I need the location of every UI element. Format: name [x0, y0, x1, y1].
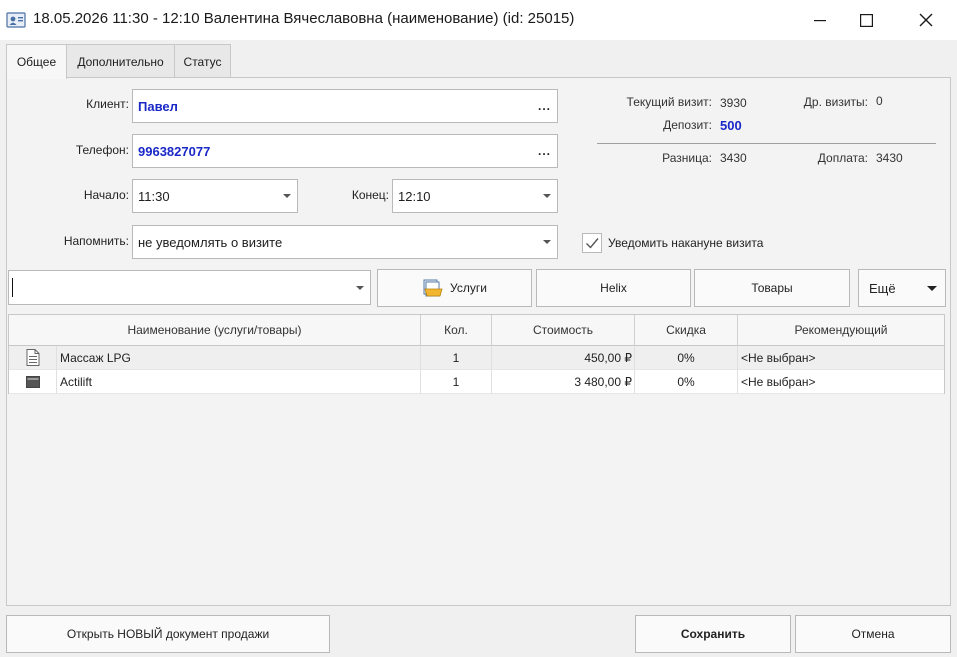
end-time-value: 12:10 [398, 188, 431, 204]
difference-label: Разница: [662, 151, 712, 165]
end-label: Конец: [351, 188, 389, 202]
chevron-down-icon [356, 285, 364, 290]
row-qty-cell: 1 [421, 370, 492, 394]
start-time-value: 11:30 [138, 188, 170, 204]
caret-down-icon [927, 286, 937, 291]
notify-checkbox[interactable] [582, 233, 602, 253]
deposit-value: 500 [720, 118, 742, 133]
tab-general[interactable]: Общее [6, 44, 67, 79]
open-new-sale-label: Открыть НОВЫЙ документ продажи [66, 627, 270, 641]
notify-checkbox-label: Уведомить накануне визита [608, 236, 764, 250]
remind-label: Напомнить: [63, 234, 129, 248]
column-header-name[interactable]: Наименование (услуги/товары) [9, 315, 421, 346]
more-button-label: Ещё [869, 280, 896, 296]
column-header-cost[interactable]: Стоимость [492, 315, 635, 346]
open-new-sale-button[interactable]: Открыть НОВЫЙ документ продажи [6, 615, 330, 653]
item-search-combobox[interactable] [8, 270, 371, 305]
surcharge-label: Доплата: [817, 151, 868, 165]
column-header-cost-label: Стоимость [532, 323, 594, 337]
row-cost-cell: 450,00 ₽ [492, 346, 635, 370]
goods-button[interactable]: Товары [694, 269, 850, 307]
difference-value: 3430 [720, 151, 747, 165]
chevron-down-icon [283, 194, 291, 198]
checkmark-icon [586, 238, 599, 249]
services-catalog-icon [423, 279, 443, 297]
row-discount-cell: 0% [635, 370, 738, 394]
current-visit-value: 3930 [720, 96, 747, 110]
client-select-ellipsis-button[interactable]: ... [538, 99, 551, 113]
helix-button-label: Helix [600, 281, 627, 295]
other-visits-value: 0 [876, 94, 883, 108]
start-label: Начало: [83, 188, 129, 202]
close-button[interactable] [903, 0, 949, 40]
row-icon-cell [9, 346, 57, 370]
document-icon [26, 349, 39, 366]
column-header-qty-label: Кол. [444, 323, 468, 337]
save-label: Сохранить [680, 627, 746, 641]
row-qty-cell: 1 [421, 346, 492, 370]
column-header-discount[interactable]: Скидка [635, 315, 738, 346]
services-button-label: Услуги [450, 281, 487, 295]
save-button[interactable]: Сохранить [635, 615, 791, 653]
phone-ellipsis-button[interactable]: ... [538, 144, 551, 158]
chevron-down-icon [543, 240, 551, 244]
items-table: Наименование (услуги/товары) Кол. Стоимо… [8, 314, 945, 394]
other-visits-label: Др. визиты: [803, 95, 868, 109]
text-caret [12, 278, 13, 297]
column-header-referrer-label: Рекомендующий [794, 323, 888, 337]
window-title: 18.05.2026 11:30 - 12:10 Валентина Вячес… [33, 10, 575, 27]
row-referrer-cell: <Не выбран> [738, 346, 944, 370]
wallet-icon [25, 376, 40, 388]
client-field[interactable]: Павел ... [132, 89, 558, 123]
end-time-select[interactable]: 12:10 [392, 179, 558, 213]
cancel-button[interactable]: Отмена [795, 615, 951, 653]
row-name-cell: Массаж LPG [57, 346, 421, 370]
client-value: Павел [138, 98, 178, 114]
close-icon [919, 13, 933, 27]
phone-field[interactable]: 9963827077 ... [132, 134, 558, 168]
title-bar: 18.05.2026 11:30 - 12:10 Валентина Вячес… [0, 0, 957, 40]
current-visit-label: Текущий визит: [626, 95, 712, 109]
services-button[interactable]: Услуги [377, 269, 532, 307]
tab-additional[interactable]: Дополнительно [66, 44, 175, 78]
appointment-card-icon [6, 12, 26, 28]
tab-additional-label: Дополнительно [77, 54, 164, 69]
phone-value: 9963827077 [138, 143, 211, 159]
column-header-referrer[interactable]: Рекомендующий [738, 315, 944, 346]
deposit-label: Депозит: [663, 118, 712, 132]
phone-label: Телефон: [75, 143, 129, 157]
tab-general-label: Общее [16, 55, 57, 69]
row-name-cell: Actilift [57, 370, 421, 394]
surcharge-value: 3430 [876, 151, 903, 165]
info-divider [597, 143, 936, 144]
minimize-icon [814, 20, 826, 22]
remind-select[interactable]: не уведомлять о визите [132, 225, 558, 259]
row-discount-cell: 0% [635, 346, 738, 370]
row-referrer-cell: <Не выбран> [738, 370, 944, 394]
cancel-label: Отмена [851, 627, 895, 641]
table-row[interactable]: Массаж LPG 1 450,00 ₽ 0% <Не выбран> [9, 346, 944, 370]
column-header-discount-label: Скидка [666, 323, 706, 337]
remind-value: не уведомлять о визите [138, 234, 283, 250]
maximize-button[interactable] [843, 0, 889, 40]
column-header-name-label: Наименование (услуги/товары) [127, 323, 302, 337]
minimize-button[interactable] [797, 0, 843, 40]
column-header-qty[interactable]: Кол. [421, 315, 492, 346]
helix-button[interactable]: Helix [536, 269, 691, 307]
tab-status-label: Статус [183, 54, 222, 69]
row-icon-cell [9, 370, 57, 394]
tab-status[interactable]: Статус [174, 44, 231, 78]
more-dropdown-button[interactable]: Ещё [858, 269, 946, 307]
start-time-select[interactable]: 11:30 [132, 179, 298, 213]
goods-button-label: Товары [751, 281, 793, 295]
chevron-down-icon [543, 194, 551, 198]
row-cost-cell: 3 480,00 ₽ [492, 370, 635, 394]
table-row[interactable]: Actilift 1 3 480,00 ₽ 0% <Не выбран> [9, 370, 944, 394]
client-label: Клиент: [86, 97, 129, 111]
maximize-icon [859, 13, 873, 27]
